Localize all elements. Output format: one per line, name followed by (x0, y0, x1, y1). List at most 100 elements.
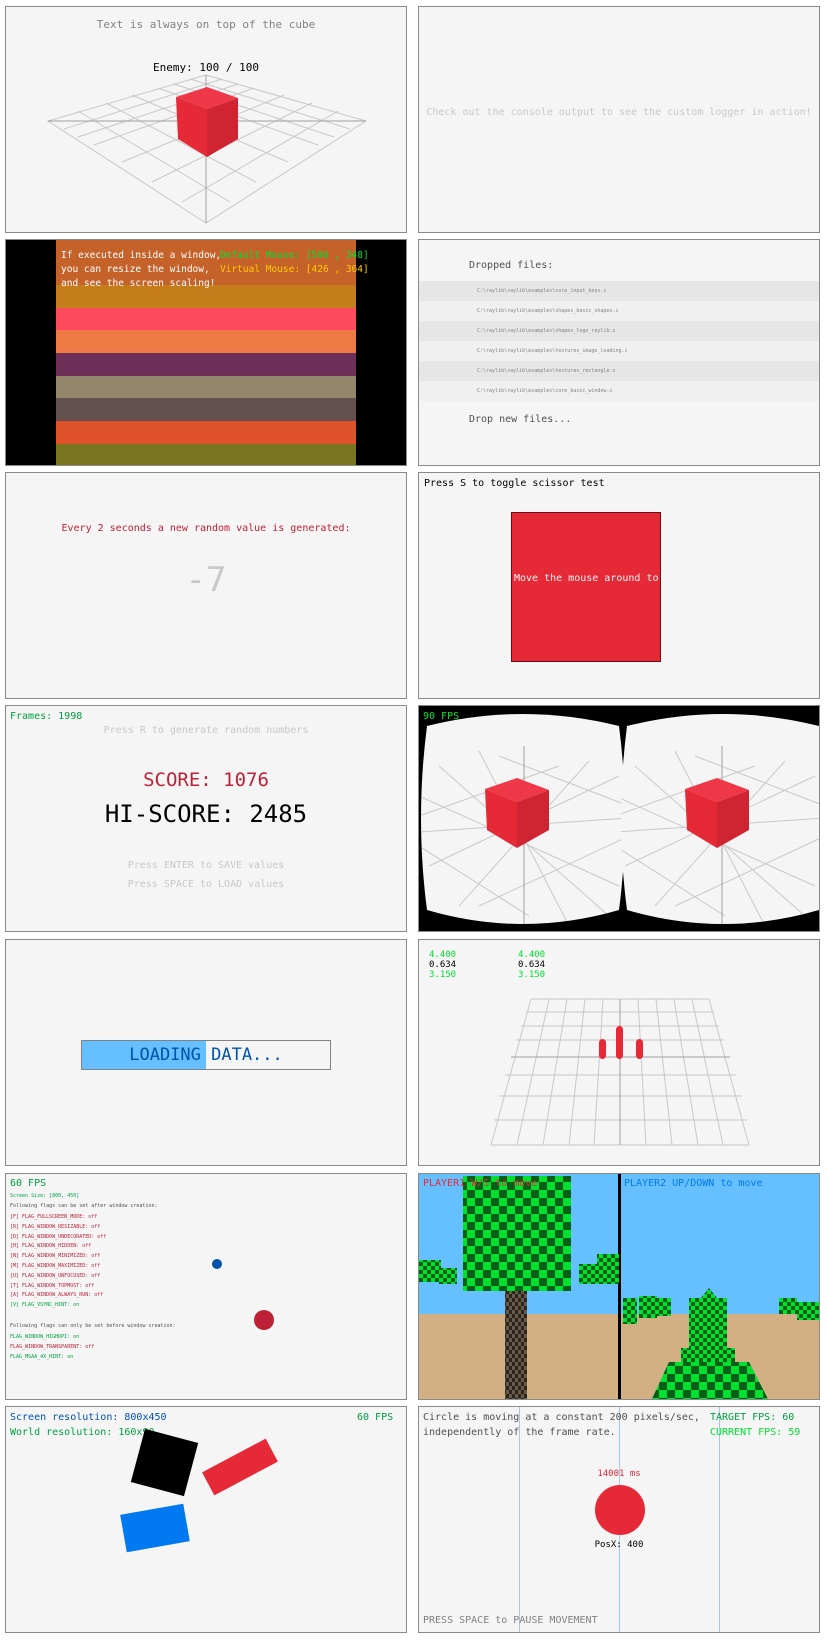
vr-stereo-view (421, 714, 819, 924)
example-panel-pixel-perfect: Screen resolution: 800x450 World resolut… (5, 1406, 407, 1633)
file-path: C:\raylib\raylib\examples\shapes_logo_ra… (477, 328, 616, 334)
fps-counter: 60 FPS (357, 1412, 394, 1423)
example-panel-scissor-test: Press S to toggle scissor test Move the … (418, 472, 820, 699)
guide-line-3 (719, 1407, 720, 1632)
example-panel-delta-time: Circle is moving at a constant 200 pixel… (418, 1406, 820, 1633)
info-line-2: independently of the frame rate. (423, 1427, 616, 1438)
example-panel-drop-files: Dropped files: C:\raylib\raylib\examples… (418, 239, 820, 466)
grid-scene (490, 998, 750, 1146)
red-rectangle (202, 1438, 278, 1496)
logger-message: Check out the console output to see the … (426, 107, 812, 118)
screen-size-label: Screen Size: [800, 450] (10, 1193, 80, 1199)
progress-bar: LOADING DATA... (81, 1040, 331, 1070)
scissor-title: Press S to toggle scissor test (424, 478, 605, 489)
moving-circle (595, 1485, 645, 1535)
blue-rectangle (120, 1503, 190, 1553)
world-resolution-label: World resolution: 160x90 (10, 1427, 155, 1438)
bouncing-ball-large (254, 1310, 274, 1330)
hiscore-label: HI-SCORE: 2485 (104, 800, 308, 828)
virtual-mouse-label: Virtual Mouse: [426 , 364] (220, 264, 369, 275)
scissor-rectangle: Move the mouse around to r (511, 512, 661, 662)
color-bar (56, 398, 356, 422)
file-path: C:\raylib\raylib\examples\core_input_key… (477, 288, 607, 294)
flag-item: FLAG_WINDOW_HIGHDPI: on (10, 1334, 80, 1340)
score-label: SCORE: 1076 (143, 769, 269, 791)
file-item[interactable]: C:\raylib\raylib\examples\core_basic_win… (419, 381, 819, 401)
flags-after-list: [F] FLAG_FULLSCREEN_MODE: off [R] FLAG_WI… (10, 1214, 106, 1312)
file-path: C:\raylib\raylib\examples\shapes_basic_s… (477, 308, 619, 314)
flag-item: [R] FLAG_WINDOW_RESIZABLE: off (10, 1223, 101, 1230)
example-panel-window-scale: If executed inside a window, you can res… (5, 239, 407, 466)
example-panel-window-flags: 60 FPS Screen Size: [800, 450] Following… (5, 1173, 407, 1400)
player1-label: PLAYER1 W/S to move (423, 1178, 538, 1189)
fps-counter: 60 FPS (10, 1178, 47, 1189)
file-item[interactable]: C:\raylib\raylib\examples\textures_recta… (419, 361, 819, 381)
flag-item: [F] FLAG_FULLSCREEN_MODE: off (10, 1214, 98, 1220)
target-fps-label: TARGET FPS: 60 (710, 1412, 795, 1423)
drop-hint: Drop new files... (469, 414, 572, 425)
flags-after-title: Following flags can be set after window … (10, 1203, 158, 1209)
load-hint: Press SPACE to LOAD values (127, 879, 285, 890)
example-panel-3d-values: 4.400 0.634 3.150 4.400 0.634 3.150 (418, 939, 820, 1166)
elapsed-time: 14001 ms (597, 1469, 641, 1479)
file-item[interactable]: C:\raylib\raylib\examples\textures_image… (419, 341, 819, 361)
capsules (599, 1026, 643, 1059)
color-bar (56, 330, 356, 354)
example-panel-random-values: Every 2 seconds a new random value is ge… (5, 472, 407, 699)
random-hint: Press R to generate random numbers (103, 725, 309, 736)
example-panel-3d-text: Text is always on top of the cube Enemy:… (5, 6, 407, 233)
color-bar (56, 443, 356, 465)
example-panel-split-screen: PLAYER1 W/S to move PLAYER2 UP/DOWN to m… (418, 1173, 820, 1400)
flag-item: [N] FLAG_WINDOW_MINIMIZED: off (10, 1253, 101, 1260)
pause-hint: PRESS SPACE to PAUSE MOVEMENT (423, 1615, 598, 1626)
loading-label: LOADING DATA... (129, 1045, 283, 1065)
color-bar (56, 353, 356, 376)
example-panel-storage-values: Frames: 1998 Press R to generate random … (5, 705, 407, 932)
flags-before-list: FLAG_WINDOW_HIGHDPI: on FLAG_WINDOW_TRANS… (10, 1334, 94, 1363)
split-screen-scene (419, 1174, 819, 1399)
posx-label: PosX: 400 (594, 1540, 644, 1550)
color-bar (56, 307, 356, 331)
color-bar (56, 375, 356, 399)
file-path: C:\raylib\raylib\examples\textures_recta… (477, 368, 616, 374)
flag-item: [A] FLAG_WINDOW_ALWAYS_RUN: off (10, 1292, 104, 1299)
grid-scene (46, 74, 368, 224)
example-panel-custom-logger: Check out the console output to see the … (418, 6, 820, 233)
file-item[interactable]: C:\raylib\raylib\examples\shapes_basic_s… (419, 301, 819, 321)
flag-item: [U] FLAG_WINDOW_UNFOCUSED: off (10, 1272, 101, 1279)
frames-counter: Frames: 1998 (10, 711, 83, 722)
enemy-label: Enemy: 100 / 100 (153, 61, 259, 74)
save-hint: Press ENTER to SAVE values (127, 860, 285, 871)
flag-item: [T] FLAG_WINDOW_TOPMOST: off (10, 1282, 95, 1289)
default-mouse-label: Default Mouse: [500 , 348] (220, 250, 369, 261)
cube (176, 87, 238, 157)
info-line-2: you can resize the window, (61, 264, 210, 275)
flag-item: [M] FLAG_WINDOW_MAXIMIZED: off (10, 1262, 101, 1269)
screen-resolution-label: Screen resolution: 800x450 (10, 1412, 167, 1423)
random-value: -7 (185, 560, 227, 600)
info-line-3: and see the screen scaling! (61, 278, 216, 289)
dropped-files-title: Dropped files: (469, 260, 554, 271)
bouncing-ball-small (212, 1259, 222, 1269)
example-panel-vr-simulator: 90 FPS (418, 705, 820, 932)
color-bar (56, 421, 356, 444)
flag-item: FLAG_WINDOW_TRANSPARENT: off (10, 1343, 95, 1350)
current-fps-label: CURRENT FPS: 59 (710, 1427, 801, 1438)
player2-label: PLAYER2 UP/DOWN to move (624, 1178, 763, 1189)
flag-item: [V] FLAG_VSYNC_HINT: on (10, 1302, 80, 1309)
file-list: C:\raylib\raylib\examples\core_input_key… (419, 281, 819, 401)
fps-counter: 90 FPS (423, 711, 460, 722)
flag-item: [H] FLAG_WINDOW_HIDDEN: off (10, 1243, 92, 1250)
guide-line-1 (519, 1407, 520, 1632)
file-path: C:\raylib\raylib\examples\core_basic_win… (477, 388, 613, 394)
random-title: Every 2 seconds a new random value is ge… (61, 523, 351, 534)
example-panel-loading-thread: LOADING DATA... (5, 939, 407, 1166)
info-line-1: Circle is moving at a constant 200 pixel… (423, 1412, 700, 1423)
flags-before-title: Following flags can only be set before w… (10, 1323, 176, 1329)
info-line-1: If executed inside a window, (61, 250, 222, 261)
black-square (130, 1428, 199, 1497)
file-path: C:\raylib\raylib\examples\textures_image… (477, 348, 628, 354)
file-item[interactable]: C:\raylib\raylib\examples\core_input_key… (419, 281, 819, 301)
file-item[interactable]: C:\raylib\raylib\examples\shapes_logo_ra… (419, 321, 819, 341)
scissor-text: Move the mouse around to r (514, 573, 661, 584)
